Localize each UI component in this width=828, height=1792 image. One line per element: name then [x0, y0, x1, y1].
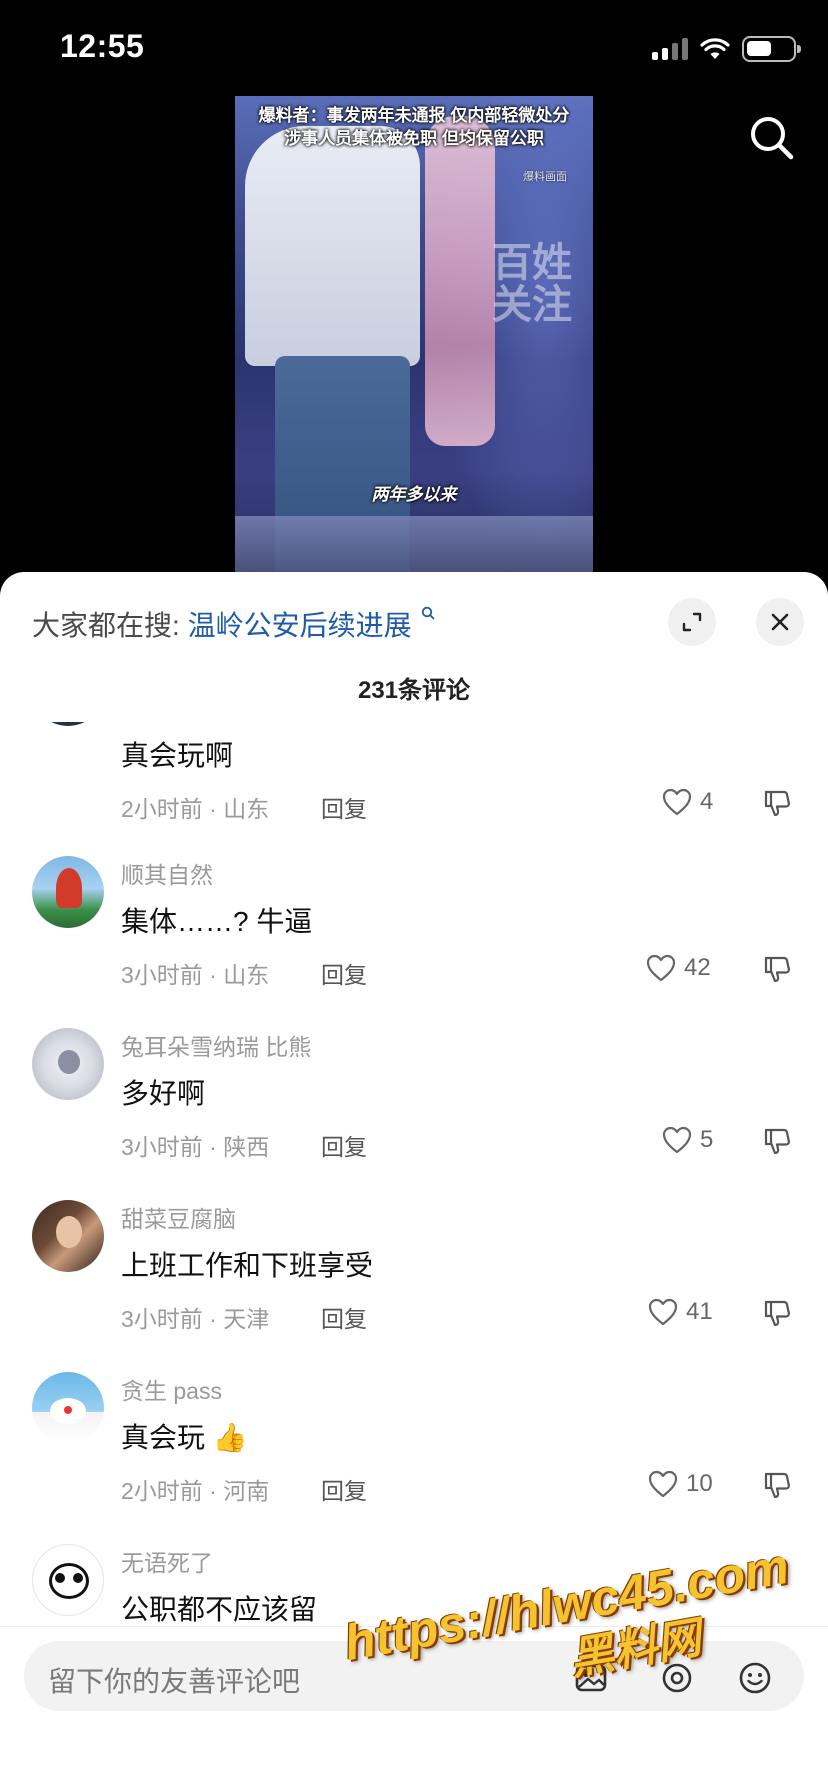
status-bar: 12:55: [0, 0, 828, 96]
battery-level: [747, 41, 771, 56]
comment-username[interactable]: 甜菜豆腐脑: [121, 1200, 236, 1234]
comment-meta: 3小时前 · 陕西: [121, 1134, 270, 1160]
cellular-signal-icon: [652, 38, 688, 60]
dislike-icon[interactable]: [762, 1298, 792, 1328]
like-button[interactable]: 10: [648, 1470, 713, 1498]
comment-username[interactable]: 无语死了: [121, 1544, 213, 1578]
close-button[interactable]: [756, 598, 804, 646]
video-source-label: 爆料画面: [523, 171, 567, 183]
reply-button[interactable]: 回复: [321, 1300, 367, 1334]
heart-icon: [662, 1126, 692, 1154]
expand-button[interactable]: [668, 598, 716, 646]
dislike-icon[interactable]: [762, 1470, 792, 1500]
like-count: 41: [686, 1298, 713, 1325]
comment-text: 集体……? 牛逼: [121, 906, 313, 937]
reply-button[interactable]: 回复: [321, 1128, 367, 1162]
reply-button[interactable]: 回复: [321, 956, 367, 990]
avatar[interactable]: [32, 1028, 104, 1100]
comments-list[interactable]: 真会玩啊 2小时前 · 山东 回复 4 顺其自然 集体……? 牛逼 3小时前 ·…: [0, 722, 828, 1622]
like-count: 4: [700, 788, 714, 815]
video-player[interactable]: 爆料者：事发两年未通报 仅内部轻微处分 涉事人员集体被免职 但均保留公职 爆料画…: [235, 96, 593, 576]
dislike-icon[interactable]: [762, 954, 792, 984]
video-stage: [235, 516, 593, 576]
like-count: 10: [686, 1470, 713, 1497]
avatar[interactable]: [32, 722, 104, 726]
avatar[interactable]: [32, 1372, 104, 1444]
video-subtitle: 两年多以来: [371, 485, 457, 504]
comment-username[interactable]: 兔耳朵雪纳瑞 比熊: [121, 1028, 311, 1062]
video-caption-line2: 涉事人员集体被免职 但均保留公职: [284, 129, 544, 148]
video-caption: 爆料者：事发两年未通报 仅内部轻微处分 涉事人员集体被免职 但均保留公职: [235, 104, 593, 150]
comment-text: 真会玩 👍: [121, 1422, 248, 1453]
search-icon: [751, 117, 794, 160]
heart-icon: [646, 954, 676, 982]
like-count: 42: [684, 954, 711, 981]
search-button[interactable]: [748, 114, 796, 162]
reply-button[interactable]: 回复: [321, 1472, 367, 1506]
video-figure-woman: [425, 116, 495, 446]
like-button[interactable]: 5: [662, 1126, 713, 1154]
like-button[interactable]: 41: [648, 1298, 713, 1326]
search-small-icon: [422, 606, 435, 620]
comment-item: 真会玩啊 2小时前 · 山东 回复 4: [0, 722, 828, 856]
avatar[interactable]: [32, 856, 104, 928]
comment-meta: 2小时前 · 山东: [121, 796, 270, 822]
hot-search-term[interactable]: 温岭公安后续进展: [188, 610, 412, 641]
expand-icon: [682, 612, 702, 632]
hot-search-prefix: 大家都在搜:: [32, 610, 180, 641]
heart-icon: [662, 788, 692, 816]
status-icons: [652, 36, 801, 62]
comment-item: 顺其自然 集体……? 牛逼 3小时前 · 山东 回复 42: [0, 856, 828, 1028]
like-button[interactable]: 42: [646, 954, 711, 982]
dislike-icon[interactable]: [762, 788, 792, 818]
heart-icon: [648, 1298, 678, 1326]
video-watermark: 百姓关注: [492, 241, 572, 327]
status-time: 12:55: [60, 28, 145, 64]
comment-meta: 3小时前 · 天津: [121, 1306, 270, 1332]
like-button[interactable]: 4: [662, 788, 713, 816]
battery-icon: [742, 36, 801, 62]
comment-input-placeholder: 留下你的友善评论吧: [48, 1666, 301, 1697]
comment-text: 上班工作和下班享受: [121, 1250, 374, 1281]
close-icon: [771, 613, 789, 631]
comment-item: 甜菜豆腐脑 上班工作和下班享受 3小时前 · 天津 回复 41: [0, 1200, 828, 1372]
comment-username[interactable]: 顺其自然: [121, 856, 213, 890]
comment-item: 兔耳朵雪纳瑞 比熊 多好啊 3小时前 · 陕西 回复 5: [0, 1028, 828, 1200]
comment-item: 贪生 pass 真会玩 👍 2小时前 · 河南 回复 10: [0, 1372, 828, 1544]
comment-text: 多好啊: [121, 1078, 206, 1109]
comment-meta: 2小时前 · 河南: [121, 1478, 270, 1504]
comment-text: 公职都不应该留: [121, 1594, 318, 1622]
dislike-icon[interactable]: [762, 1126, 792, 1156]
emoji-icon[interactable]: [738, 1661, 772, 1695]
hot-search-bar[interactable]: 大家都在搜: 温岭公安后续进展: [32, 604, 435, 644]
heart-icon: [648, 1470, 678, 1498]
avatar[interactable]: [32, 1200, 104, 1272]
wifi-icon: [700, 38, 730, 59]
video-figure-man: [245, 126, 420, 366]
like-count: 5: [700, 1126, 714, 1153]
comment-username[interactable]: 贪生 pass: [121, 1372, 222, 1406]
comment-meta: 3小时前 · 山东: [121, 962, 270, 988]
video-caption-line1: 爆料者：事发两年未通报 仅内部轻微处分: [258, 106, 570, 125]
comment-count: 231条评论: [357, 677, 471, 704]
avatar[interactable]: [32, 1544, 104, 1616]
comment-text: 真会玩啊: [121, 740, 234, 771]
reply-button[interactable]: 回复: [321, 790, 367, 824]
